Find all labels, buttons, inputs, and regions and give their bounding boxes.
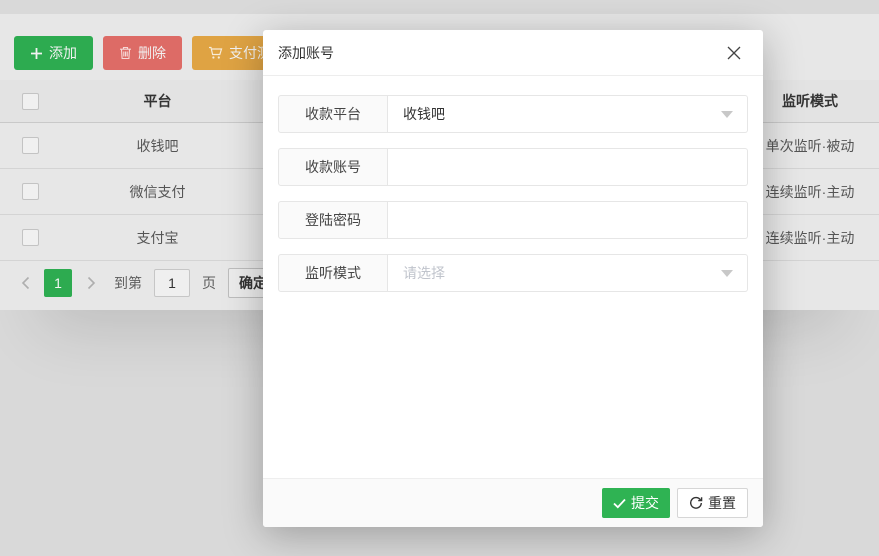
platform-select-value: 收钱吧 (388, 104, 445, 124)
next-page-button[interactable] (80, 269, 102, 297)
row-checkbox[interactable] (22, 229, 39, 246)
chevron-down-icon (721, 111, 733, 118)
platform-field-label: 收款平台 (278, 95, 388, 133)
field-password: 登陆密码 (278, 201, 748, 239)
reset-button-label: 重置 (708, 493, 736, 513)
account-field-label: 收款账号 (278, 148, 388, 186)
password-input[interactable] (388, 202, 747, 238)
account-input-wrap (388, 148, 748, 186)
reset-button[interactable]: 重置 (677, 488, 748, 518)
platform-select[interactable]: 收钱吧 (388, 95, 748, 133)
trash-icon (119, 46, 132, 60)
plus-icon (30, 47, 43, 60)
platform-cell: 微信支付 (60, 182, 255, 202)
add-account-modal: 添加账号 收款平台 收钱吧 收款账号 登陆密码 监听模式 (263, 30, 763, 527)
close-icon (727, 46, 741, 60)
goto-suffix-label: 页 (198, 273, 220, 293)
prev-page-button[interactable] (14, 269, 36, 297)
modal-footer: 提交 重置 (263, 478, 763, 527)
listen-mode-placeholder: 请选择 (388, 263, 445, 283)
field-platform: 收款平台 收钱吧 (278, 95, 748, 133)
cart-icon (208, 46, 223, 60)
chevron-left-icon (21, 276, 30, 290)
password-input-wrap (388, 201, 748, 239)
goto-page-input[interactable] (154, 269, 190, 297)
delete-button-label: 删除 (138, 43, 166, 63)
submit-button-label: 提交 (631, 493, 659, 513)
chevron-down-icon (721, 270, 733, 277)
password-field-label: 登陆密码 (278, 201, 388, 239)
account-input[interactable] (388, 149, 747, 185)
refresh-icon (689, 496, 703, 510)
field-listen-mode: 监听模式 请选择 (278, 254, 748, 292)
close-button[interactable] (723, 42, 745, 64)
listen-mode-select[interactable]: 请选择 (388, 254, 748, 292)
row-checkbox[interactable] (22, 137, 39, 154)
check-icon (613, 498, 626, 509)
modal-title: 添加账号 (278, 43, 334, 63)
chevron-right-icon (87, 276, 96, 290)
field-account: 收款账号 (278, 148, 748, 186)
add-button-label: 添加 (49, 43, 77, 63)
pagination: 1 到第 页 确定 (14, 268, 278, 298)
page-number-button[interactable]: 1 (44, 269, 72, 297)
row-checkbox[interactable] (22, 183, 39, 200)
listen-mode-field-label: 监听模式 (278, 254, 388, 292)
select-all-checkbox[interactable] (22, 93, 39, 110)
platform-cell: 支付宝 (60, 228, 255, 248)
column-header-platform: 平台 (60, 91, 255, 111)
add-button[interactable]: 添加 (14, 36, 93, 70)
modal-body: 收款平台 收钱吧 收款账号 登陆密码 监听模式 请选择 (263, 76, 763, 292)
submit-button[interactable]: 提交 (602, 488, 670, 518)
platform-cell: 收钱吧 (60, 136, 255, 156)
toolbar: 添加 删除 支付测试 (14, 36, 301, 70)
modal-header: 添加账号 (263, 30, 763, 76)
delete-button[interactable]: 删除 (103, 36, 182, 70)
goto-prefix-label: 到第 (110, 273, 146, 293)
